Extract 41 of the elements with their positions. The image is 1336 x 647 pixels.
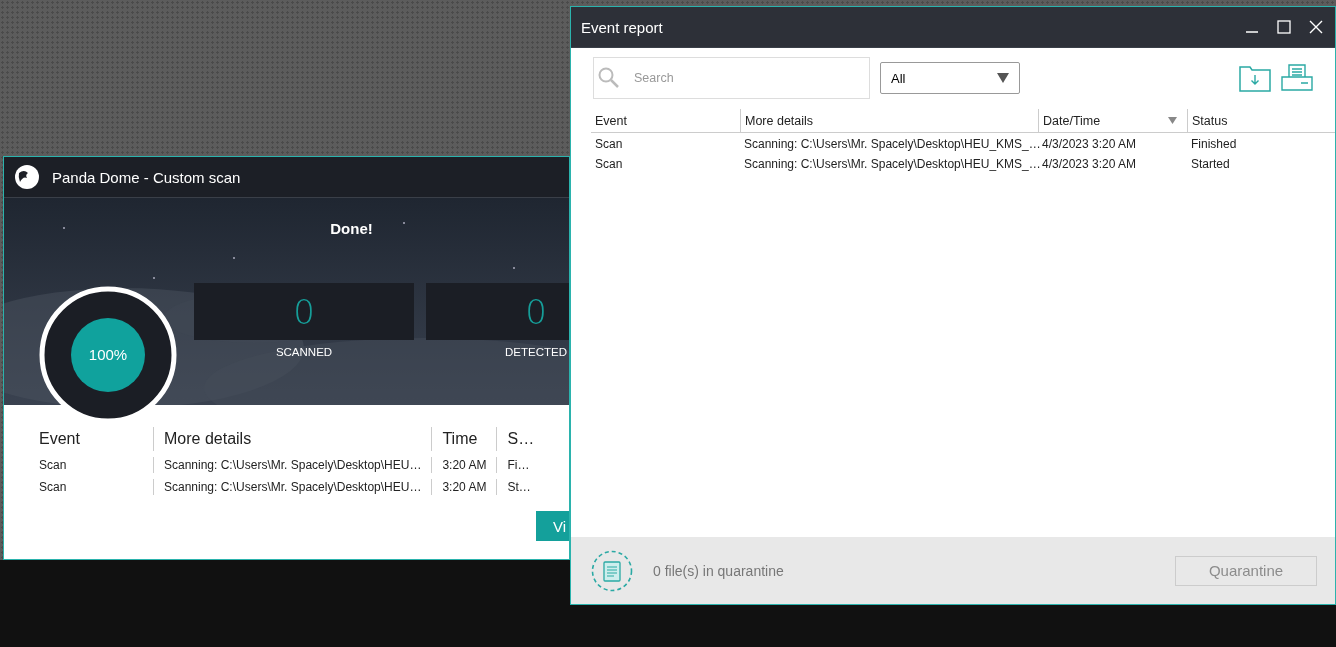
stat-label: DETECTED	[505, 346, 567, 358]
table-cell-text: 4/3/2023 3:20 AM	[1041, 136, 1138, 153]
table-cell-text: Scan	[594, 156, 624, 173]
table-cell: 3:20 AM	[431, 479, 497, 495]
column-header[interactable]: Date/Time	[1038, 109, 1187, 133]
table-cell: Fi…	[496, 457, 545, 473]
column-header[interactable]: Event	[591, 109, 740, 133]
close-icon[interactable]	[1309, 20, 1323, 34]
maximize-icon[interactable]	[1277, 20, 1291, 34]
window-title: Event report	[581, 18, 663, 36]
stat-value: 0	[293, 291, 315, 332]
quarantine-count: 0 file(s) in quarantine	[653, 562, 784, 579]
caret-icon	[997, 73, 1009, 83]
table-cell: Scanning: C:\Users\Mr. Spacely\Desktop\HEU…	[153, 479, 432, 495]
column-header[interactable]: More details	[740, 109, 1038, 133]
table-cell-text: Scan	[39, 457, 68, 473]
table-cell-text: Scanning: C:\Users\Mr. Spacely\Desktop\HEU_KMS_…	[743, 136, 1038, 153]
progress-label: 100%	[88, 346, 128, 363]
search-icon	[598, 67, 620, 89]
column-header: Event	[39, 429, 81, 449]
search-field[interactable]: Search	[593, 57, 870, 99]
table-cell-text: Scan	[594, 136, 624, 153]
stat-label: SCANNED	[275, 346, 333, 358]
table-cell-text: Scan	[39, 479, 68, 495]
table-cell: St…	[496, 479, 545, 495]
column-header: S…	[496, 427, 545, 451]
stat-value: 0	[525, 291, 547, 332]
column-header[interactable]: Status	[1187, 109, 1335, 133]
table-cell-text: Finished	[1190, 136, 1238, 153]
table-cell-text: Scanning: C:\Users\Mr. Spacely\Desktop\HEU_KMS_…	[743, 156, 1038, 173]
table-cell: 3:20 AM	[431, 457, 497, 473]
logo-icon	[14, 164, 40, 190]
table-cell: Scanning: C:\Users\Mr. Spacely\Desktop\HEU…	[153, 457, 432, 473]
table-cell-text: Started	[1190, 156, 1231, 173]
window-title: Panda Dome - Custom scan	[52, 168, 241, 186]
status-heading: Done!	[330, 220, 373, 237]
table-cell-text: 4/3/2023 3:20 AM	[1041, 156, 1138, 173]
quarantine-document-icon	[591, 549, 633, 592]
column-header: Time	[431, 427, 497, 451]
filter-dropdown[interactable]: All	[880, 62, 1020, 94]
column-header: More details	[153, 427, 432, 451]
